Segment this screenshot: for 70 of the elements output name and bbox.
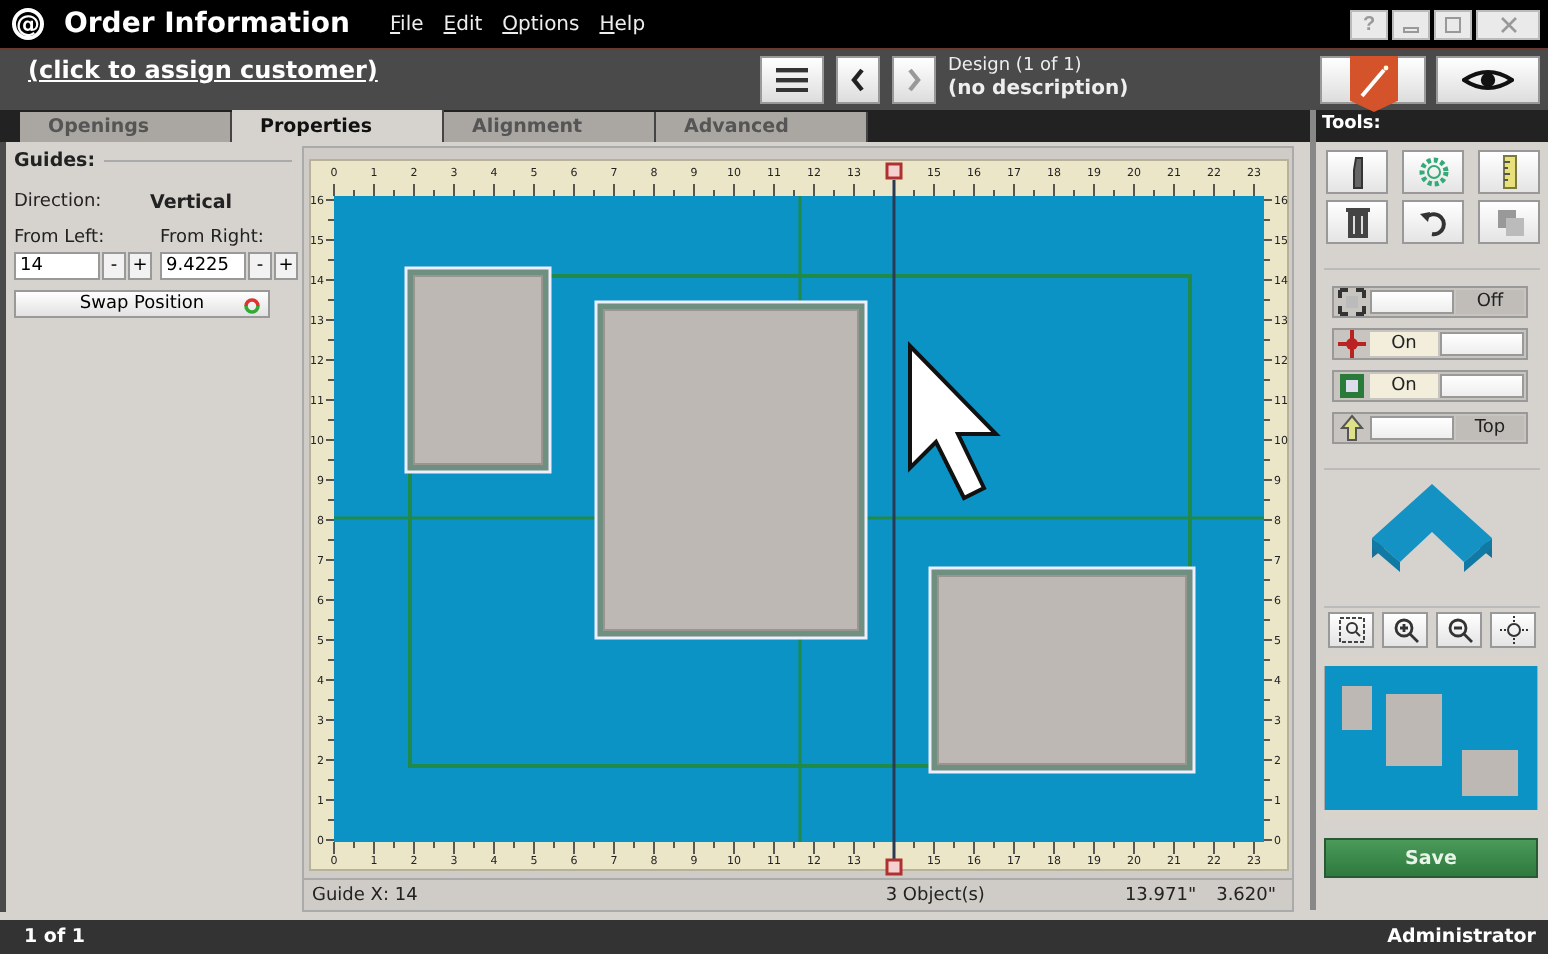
close-button[interactable] xyxy=(1476,9,1540,39)
mat-opening[interactable] xyxy=(928,566,1196,774)
window-title: Order Information xyxy=(64,8,351,40)
direction-label: Direction: xyxy=(14,192,104,214)
increment-button[interactable]: + xyxy=(128,252,152,280)
selected-guide[interactable] xyxy=(885,162,903,876)
eye-icon xyxy=(1462,68,1514,92)
app-logo: @ xyxy=(12,8,44,40)
number-field[interactable]: 14 xyxy=(14,252,100,280)
up-arrow-icon xyxy=(1338,414,1366,442)
zoom-in-icon xyxy=(1391,616,1419,644)
corners-icon xyxy=(1338,288,1366,316)
design-description: (no description) xyxy=(948,78,1129,100)
save-button[interactable]: Save xyxy=(1324,838,1538,878)
tool-button[interactable] xyxy=(1326,150,1388,194)
frame-icon xyxy=(1338,372,1366,400)
user-name: Administrator xyxy=(1387,926,1536,948)
swap-position-button[interactable]: Swap Position xyxy=(14,290,270,318)
cursor-icon xyxy=(908,341,1001,501)
toggle-value: On xyxy=(1370,332,1438,356)
decrement-button[interactable]: - xyxy=(102,252,126,280)
previous-button[interactable] xyxy=(836,56,880,104)
maximize-icon xyxy=(1444,15,1462,33)
tool-button[interactable] xyxy=(1326,200,1388,244)
section-heading: Guides: xyxy=(14,150,96,172)
field-label: From Left: xyxy=(14,228,107,248)
menu-item[interactable]: Edit xyxy=(443,13,483,35)
menu-icon xyxy=(776,68,808,92)
toggle-value: On xyxy=(1370,374,1438,398)
field-label: From Right: xyxy=(160,228,266,248)
increment-button[interactable]: + xyxy=(274,252,298,280)
menu-item[interactable]: Help xyxy=(599,13,646,35)
design-title: Design (1 of 1) xyxy=(948,56,1084,76)
maximize-button[interactable] xyxy=(1434,9,1472,39)
swap-icon xyxy=(244,298,260,314)
minimize-button[interactable] xyxy=(1392,9,1430,39)
knife-icon xyxy=(1351,155,1363,189)
preview-button[interactable] xyxy=(1436,56,1540,104)
decrement-button[interactable]: - xyxy=(248,252,272,280)
mat-opening[interactable] xyxy=(594,300,868,640)
mat-opening[interactable] xyxy=(404,266,552,474)
customer-link[interactable]: (click to assign customer) xyxy=(28,56,760,84)
toggle-value: Off xyxy=(1456,290,1524,314)
zoom-out-icon xyxy=(1445,616,1473,644)
zoom-button[interactable] xyxy=(1490,612,1536,648)
next-button[interactable] xyxy=(892,56,936,104)
tools-heading: Tools: xyxy=(1310,110,1548,142)
zoom-button[interactable] xyxy=(1382,612,1428,648)
direction-value: Vertical xyxy=(150,192,233,214)
zoom-center-icon xyxy=(1499,616,1527,644)
close-icon xyxy=(1499,15,1517,33)
gear-icon xyxy=(1415,154,1451,190)
object-count: 3 Object(s) xyxy=(885,885,985,905)
number-field[interactable]: 9.4225 xyxy=(160,252,246,280)
toggle-value: Top xyxy=(1456,416,1524,440)
x-reading: 13.971" xyxy=(1124,885,1197,905)
page-indicator: 1 of 1 xyxy=(24,926,85,948)
chevron-right-icon xyxy=(906,68,922,92)
zoom-button[interactable] xyxy=(1436,612,1482,648)
y-reading: 3.620" xyxy=(1216,885,1276,905)
crosshair-icon xyxy=(1338,330,1366,358)
zoom-fit-icon xyxy=(1337,616,1365,644)
tool-button[interactable] xyxy=(1402,200,1464,244)
chevron-left-icon xyxy=(850,68,866,92)
menu-button[interactable] xyxy=(760,56,824,104)
tab[interactable]: Properties xyxy=(232,110,444,142)
guide-position: Guide X: 14 xyxy=(312,885,418,905)
menu-item[interactable]: Options xyxy=(502,13,580,35)
menu-item[interactable]: File xyxy=(390,13,424,35)
zoom-button[interactable] xyxy=(1328,612,1374,648)
